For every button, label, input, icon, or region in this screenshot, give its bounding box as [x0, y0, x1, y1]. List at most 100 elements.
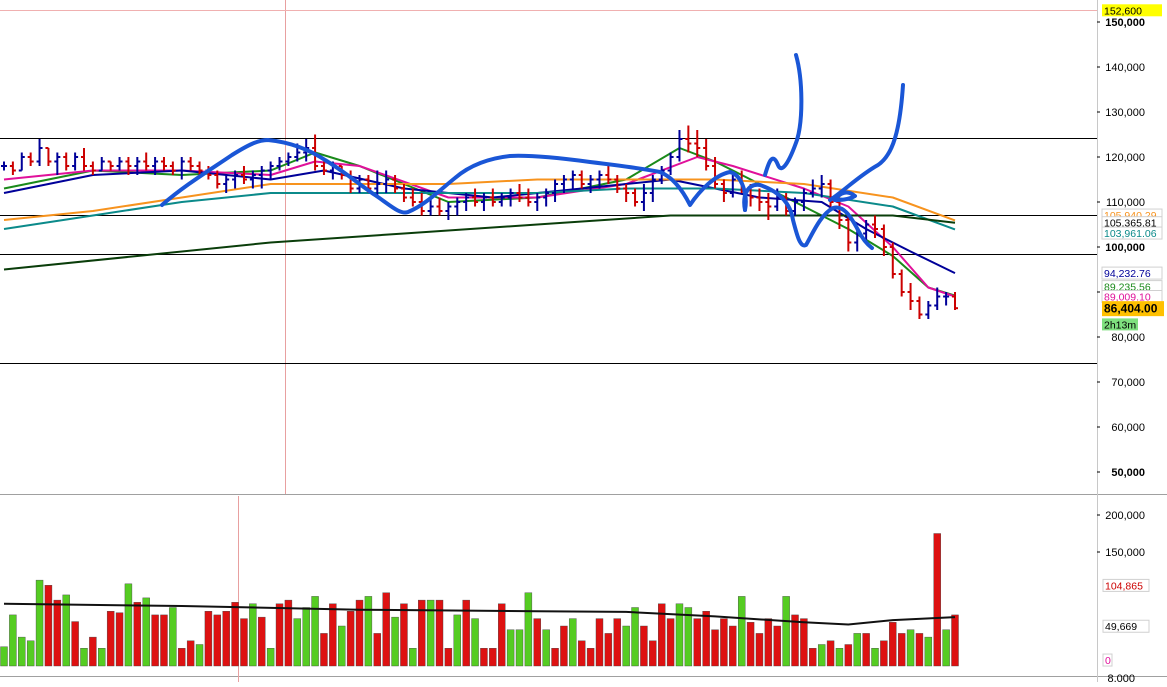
volume-bar: [391, 616, 399, 667]
volume-bar: [26, 640, 35, 667]
volume-bar: [542, 629, 550, 667]
volume-bar: [595, 618, 604, 667]
chart-background: [0, 0, 1167, 682]
volume-bar: [409, 648, 417, 667]
volume-bar: [186, 640, 195, 667]
volume-bar: [382, 592, 390, 667]
volume-bar: [195, 644, 204, 667]
price-tag-label: 2h13m: [1104, 319, 1136, 331]
volume-bar: [204, 611, 213, 667]
volume-bar: [782, 596, 790, 667]
volume-bar: [364, 596, 373, 667]
volume-bar: [142, 597, 150, 667]
price-tag: 94,232.76: [1101, 266, 1163, 280]
volume-bar: [115, 612, 124, 667]
volume-bar: [906, 629, 915, 667]
price-tag: 152,600: [1102, 4, 1162, 17]
volume-bar: [213, 614, 222, 667]
volume-tag: 104,865: [1102, 578, 1150, 592]
volume-bar: [249, 603, 257, 667]
volume-bar: [560, 625, 568, 667]
y-tick-label: 60,000: [1111, 422, 1145, 434]
volume-bar: [880, 640, 888, 667]
volume-bar: [933, 533, 941, 667]
volume-bar: [862, 633, 870, 667]
y-tick-label: 110,000: [1106, 197, 1145, 209]
volume-bar: [258, 616, 266, 667]
y-tick-label: 50,000: [1111, 467, 1145, 479]
volume-bar: [506, 629, 515, 667]
volume-bar: [871, 648, 879, 667]
volume-bar: [293, 618, 301, 667]
volume-bar: [809, 648, 817, 667]
volume-bar: [640, 625, 648, 667]
volume-bar: [693, 618, 701, 667]
volume-bar: [889, 622, 897, 667]
y-tick-label: 130,000: [1105, 107, 1145, 119]
volume-bar: [578, 640, 586, 667]
price-tag: 86,404.00: [1102, 301, 1164, 317]
trading-chart[interactable]: 150,000 140,000 130,000 120,000 110,000 100,0…: [0, 0, 1167, 685]
volume-bar: [835, 648, 844, 667]
volume-tag-label: 49,669: [1105, 621, 1137, 633]
volume-bar: [569, 618, 577, 667]
volume-bar: [471, 618, 479, 667]
chart-svg[interactable]: 150,000 140,000 130,000 120,000 110,000 100,0…: [0, 0, 1167, 685]
volume-bar: [240, 618, 248, 667]
volume-bar: [222, 611, 230, 667]
volume-bar: [649, 640, 657, 667]
volume-bar: [124, 583, 133, 667]
volume-bar: [853, 633, 861, 667]
volume-bar: [71, 621, 79, 667]
volume-tag: 49,669: [1102, 619, 1150, 633]
volume-bar: [35, 579, 44, 667]
volume-bar: [498, 603, 506, 667]
volume-bar: [613, 618, 621, 667]
volume-tick-label: 200,000: [1105, 510, 1145, 522]
volume-tick-label: 8,000: [1107, 673, 1135, 682]
volume-bar: [160, 614, 168, 667]
volume-bar: [951, 614, 959, 667]
volume-bar: [9, 614, 17, 667]
volume-bar: [444, 648, 453, 667]
volume-bar: [133, 602, 142, 667]
volume-bar: [942, 629, 950, 667]
volume-bar: [666, 618, 675, 667]
volume-bar: [551, 648, 559, 667]
volume-bar: [0, 646, 8, 667]
volume-bar: [720, 618, 728, 667]
volume-bar: [515, 629, 524, 667]
volume-bar: [746, 622, 755, 667]
volume-bar: [844, 644, 853, 667]
volume-bar: [151, 614, 159, 667]
volume-bar: [764, 618, 773, 667]
volume-bar: [800, 618, 808, 667]
volume-bar: [586, 648, 595, 667]
volume-bar: [53, 599, 62, 667]
volume-bar: [89, 636, 97, 667]
volume-bar: [80, 648, 88, 667]
volume-bar: [44, 585, 53, 667]
volume-bar: [737, 596, 746, 667]
volume-bar: [266, 648, 275, 667]
volume-bar: [453, 614, 461, 667]
volume-bar: [533, 618, 541, 667]
volume-bar: [729, 625, 737, 667]
y-tick-label: 150,000: [1105, 17, 1145, 29]
volume-tag-label: 104,865: [1105, 580, 1143, 592]
volume-bar: [524, 592, 533, 667]
volume-bar: [106, 611, 115, 667]
volume-bar: [924, 636, 933, 667]
volume-bar: [826, 640, 835, 667]
volume-bar: [373, 633, 381, 667]
volume-bar: [338, 625, 346, 667]
y-tick-label: 140,000: [1105, 62, 1145, 74]
price-tag-label: 152,600: [1104, 5, 1142, 17]
volume-bar: [346, 611, 355, 667]
volume-bar: [329, 603, 337, 667]
price-tag-label: 86,404.00: [1104, 302, 1158, 316]
volume-bar: [302, 607, 310, 667]
volume-bar: [169, 607, 177, 667]
volume-bar: [284, 599, 293, 667]
volume-bar: [755, 633, 764, 667]
